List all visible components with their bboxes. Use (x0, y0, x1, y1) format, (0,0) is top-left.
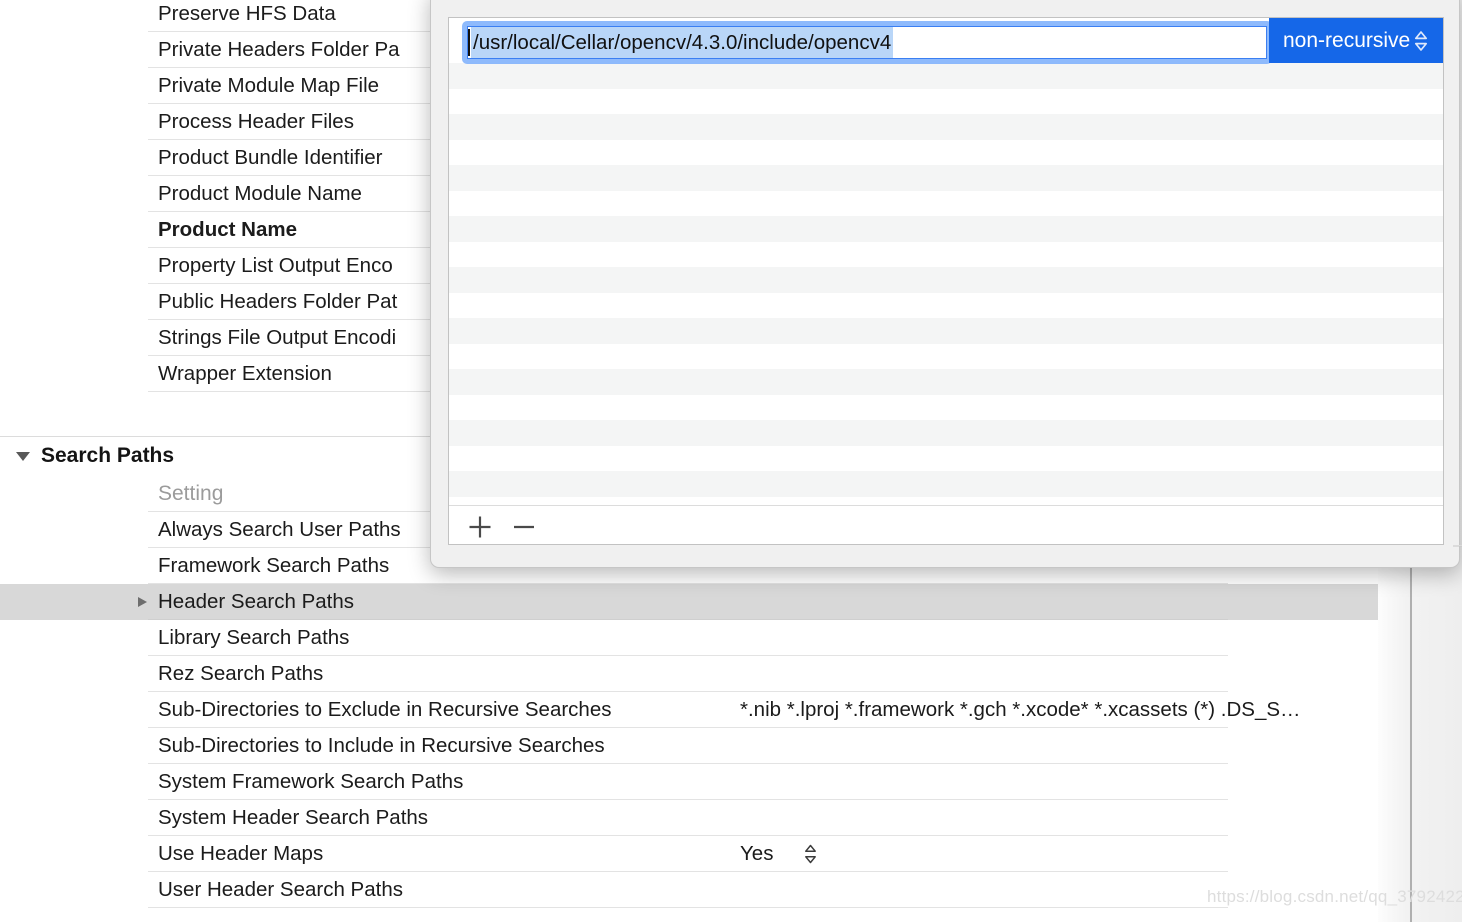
settings-row-name: Always Search User Paths (158, 518, 401, 541)
settings-row-name: Wrapper Extension (158, 362, 332, 385)
group-title: Search Paths (41, 444, 175, 467)
settings-row-name: System Framework Search Paths (158, 770, 464, 793)
paths-list-empty-row[interactable] (449, 114, 1443, 140)
settings-row[interactable]: Use Header Maps Yes (0, 836, 1378, 872)
settings-row[interactable]: Rez Search Paths (0, 656, 1378, 692)
settings-row[interactable]: Sub-Directories to Include in Recursive … (0, 728, 1378, 764)
paths-list-empty-row[interactable] (449, 88, 1443, 114)
settings-row-name: System Header Search Paths (158, 806, 429, 829)
paths-list-empty-row[interactable] (449, 216, 1443, 242)
settings-row-name: Product Module Name (158, 182, 362, 205)
paths-list-empty-row[interactable] (449, 318, 1443, 344)
paths-list-empty-row[interactable] (449, 471, 1443, 497)
settings-row-name: Strings File Output Encodi (158, 326, 397, 349)
paths-list-empty-row[interactable] (449, 165, 1443, 191)
paths-list-empty-row[interactable] (449, 241, 1443, 267)
text-caret (468, 29, 470, 56)
screen: Preserve HFS Data Private Headers Folder … (0, 0, 1462, 922)
paths-list-empty-row[interactable] (449, 445, 1443, 471)
watermark: https://blog.csdn.net/qq_37924224 (1207, 887, 1462, 906)
stepper-chevron-icon[interactable] (804, 844, 817, 864)
path-text-field[interactable]: /usr/local/Cellar/opencv/4.3.0/include/o… (467, 26, 1267, 59)
settings-row-name: Rez Search Paths (158, 662, 324, 685)
minus-icon[interactable] (511, 514, 537, 544)
settings-row-value: *.nib *.lproj *.framework *.gch *.xcode*… (740, 698, 1301, 721)
group-disclosure-triangle-icon[interactable] (16, 452, 30, 461)
popover-content: /usr/local/Cellar/opencv/4.3.0/include/o… (448, 17, 1444, 545)
settings-row-name: Framework Search Paths (158, 554, 390, 577)
plus-icon[interactable] (467, 514, 493, 544)
settings-row[interactable]: System Framework Search Paths (0, 764, 1378, 800)
paths-list-empty-row[interactable] (449, 394, 1443, 420)
settings-row-value: Yes (740, 842, 774, 865)
chevron-up-down-icon (1413, 30, 1429, 57)
settings-row[interactable]: Header Search Paths (0, 584, 1378, 620)
settings-row[interactable]: Library Search Paths (0, 620, 1378, 656)
paths-list-toolbar (449, 505, 1443, 544)
settings-row-name: Private Module Map File (158, 74, 380, 97)
settings-row-name: Public Headers Folder Pat (158, 290, 398, 313)
paths-list-first-row: /usr/local/Cellar/opencv/4.3.0/include/o… (449, 18, 1443, 64)
settings-row-name: Library Search Paths (158, 626, 350, 649)
settings-row-name: Process Header Files (158, 110, 354, 133)
settings-row[interactable]: Sub-Directories to Exclude in Recursive … (0, 692, 1378, 728)
settings-row-name: Sub-Directories to Include in Recursive … (158, 734, 605, 757)
paths-list-empty-row[interactable] (449, 369, 1443, 395)
settings-row-name: Product Bundle Identifier (158, 146, 383, 169)
paths-list-empty-row[interactable] (449, 343, 1443, 369)
paths-list-empty-row[interactable] (449, 267, 1443, 293)
paths-list[interactable] (449, 18, 1443, 508)
settings-row-name: Sub-Directories to Exclude in Recursive … (158, 698, 612, 721)
recursion-popup-value: non-recursive (1283, 29, 1411, 52)
header-search-paths-popover: /usr/local/Cellar/opencv/4.3.0/include/o… (430, 0, 1462, 568)
settings-row-name: Property List Output Enco (158, 254, 393, 277)
recursion-popup-button[interactable]: non-recursive (1269, 18, 1443, 63)
paths-list-empty-row[interactable] (449, 139, 1443, 165)
settings-row-name: Use Header Maps (158, 842, 324, 865)
paths-list-empty-row[interactable] (449, 190, 1443, 216)
paths-list-empty-row[interactable] (449, 292, 1443, 318)
row-disclosure-triangle-icon[interactable] (138, 597, 147, 607)
paths-list-empty-row[interactable] (449, 63, 1443, 89)
settings-row-name: User Header Search Paths (158, 878, 403, 901)
settings-row[interactable]: System Header Search Paths (0, 800, 1378, 836)
settings-row-name: Preserve HFS Data (158, 2, 336, 25)
path-field-wrapper: /usr/local/Cellar/opencv/4.3.0/include/o… (462, 21, 1272, 64)
settings-row[interactable]: User Header Search Paths (0, 872, 1378, 908)
settings-row-name: Product Name (158, 218, 297, 241)
settings-row-name: Header Search Paths (158, 590, 355, 613)
path-field-value: /usr/local/Cellar/opencv/4.3.0/include/o… (471, 27, 894, 58)
row-separator (148, 907, 1228, 908)
popover-tail (1453, 545, 1462, 579)
paths-list-empty-row[interactable] (449, 420, 1443, 446)
setting-column-header-label: Setting (158, 482, 224, 505)
settings-row-name: Private Headers Folder Pa (158, 38, 400, 61)
